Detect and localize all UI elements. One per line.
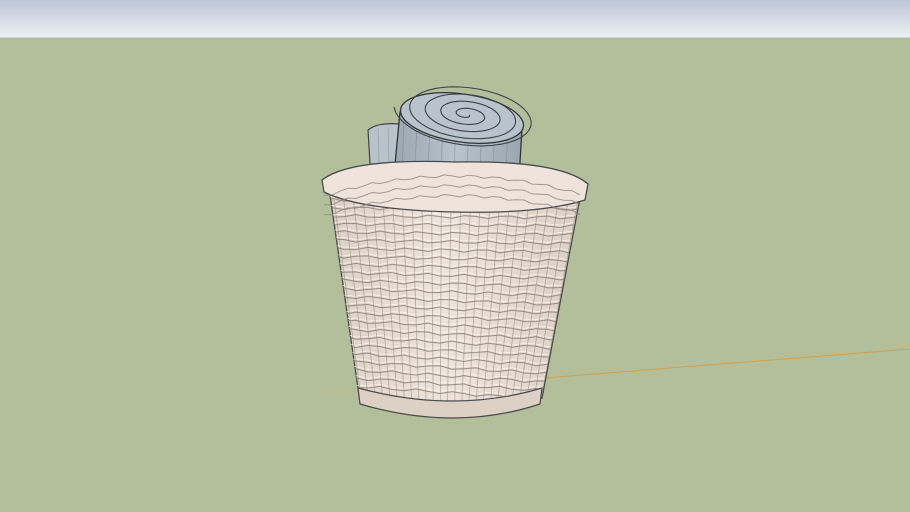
sky [0, 0, 910, 38]
sketchup-viewport[interactable] [0, 0, 910, 512]
model-canvas[interactable] [0, 0, 910, 512]
